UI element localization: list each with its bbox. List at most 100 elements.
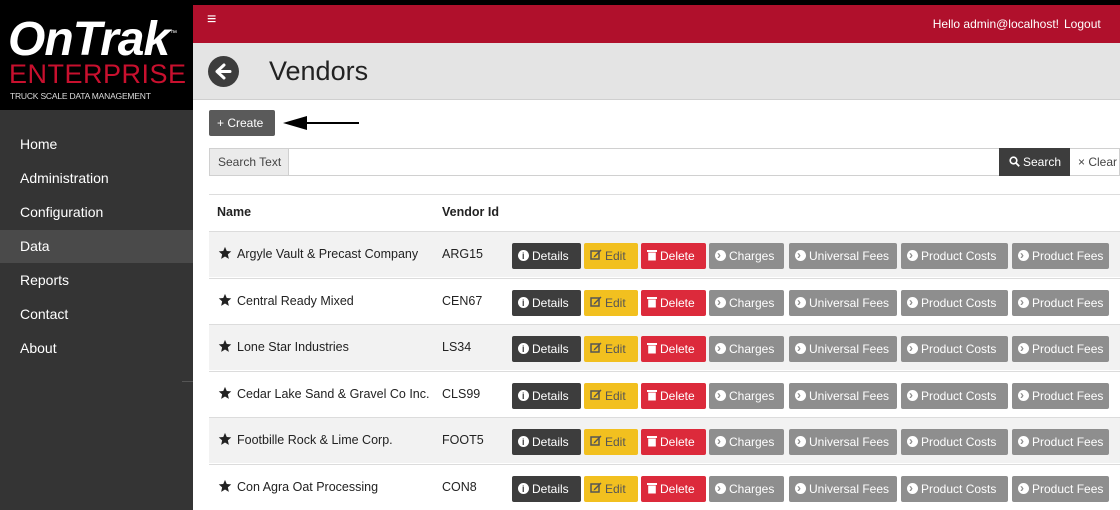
column-header-vendor-id[interactable]: Vendor Id [442, 205, 499, 219]
column-header-name[interactable]: Name [217, 205, 251, 219]
sidebar-item-reports[interactable]: Reports [0, 264, 193, 297]
product-fees-button[interactable]: Product Fees [1012, 243, 1109, 269]
vendor-name: Central Ready Mixed [237, 293, 354, 308]
product-fees-button-label: Product Fees [1032, 388, 1104, 403]
universal-fees-button-label: Universal Fees [809, 435, 890, 449]
info-icon [518, 243, 529, 269]
product-fees-button[interactable]: Product Fees [1012, 475, 1109, 502]
star-icon[interactable] [218, 293, 232, 310]
details-button[interactable]: Details [512, 429, 581, 455]
universal-fees-button[interactable]: Universal Fees [789, 289, 897, 316]
create-button[interactable]: + Create [209, 110, 275, 136]
delete-button[interactable]: Delete [641, 336, 706, 362]
charges-button[interactable]: Charges [709, 289, 784, 316]
details-button-label: Details [532, 342, 569, 356]
delete-button[interactable]: Delete [641, 475, 706, 502]
charges-button[interactable]: Charges [709, 382, 784, 409]
product-fees-button[interactable]: Product Fees [1012, 289, 1109, 316]
product-costs-button-label: Product Costs [921, 249, 997, 263]
edit-button[interactable]: Edit [584, 243, 638, 269]
charges-button[interactable]: Charges [709, 243, 784, 269]
details-button-label: Details [532, 249, 569, 263]
back-arrow-icon[interactable] [208, 56, 239, 87]
product-costs-button[interactable]: Product Costs [901, 336, 1008, 362]
universal-fees-button[interactable]: Universal Fees [789, 429, 897, 455]
product-costs-button-label: Product Costs [921, 295, 997, 310]
charges-button[interactable]: Charges [709, 429, 784, 455]
table-row: Cedar Lake Sand & Gravel Co Inc. CLS99 Det… [209, 370, 1120, 417]
sidebar-item-administration[interactable]: Administration [0, 162, 193, 195]
product-costs-button[interactable]: Product Costs [901, 289, 1008, 316]
charges-button-label: Charges [729, 295, 775, 310]
edit-icon [590, 435, 605, 449]
main-content: ≡ Hello admin@localhost! Logout Vendors … [193, 0, 1120, 510]
product-costs-button[interactable]: Product Costs [901, 429, 1008, 455]
vendor-name: Footbille Rock & Lime Corp. [237, 433, 393, 447]
table-row: Footbille Rock & Lime Corp. FOOT5 Details E… [209, 417, 1120, 463]
arrow-circle-right-icon [795, 383, 806, 408]
edit-button[interactable]: Edit [584, 336, 638, 362]
product-costs-button[interactable]: Product Costs [901, 475, 1008, 502]
charges-button[interactable]: Charges [709, 475, 784, 502]
arrow-circle-right-icon [1018, 290, 1029, 315]
universal-fees-button[interactable]: Universal Fees [789, 382, 897, 409]
edit-icon [590, 296, 605, 310]
arrow-circle-right-icon [795, 429, 806, 454]
edit-button[interactable]: Edit [584, 429, 638, 455]
vendor-id: LS34 [442, 340, 472, 354]
universal-fees-button[interactable]: Universal Fees [789, 243, 897, 269]
universal-fees-button[interactable]: Universal Fees [789, 475, 897, 502]
sidebar-item-data[interactable]: Data [0, 230, 193, 263]
product-fees-button[interactable]: Product Fees [1012, 429, 1109, 455]
delete-button-label: Delete [660, 249, 695, 263]
edit-button-label: Edit [605, 481, 626, 496]
edit-button[interactable]: Edit [584, 475, 638, 502]
info-icon [518, 383, 529, 409]
divider [209, 194, 1120, 195]
charges-button-label: Charges [729, 435, 775, 449]
trash-icon [647, 249, 660, 263]
product-costs-button[interactable]: Product Costs [901, 382, 1008, 409]
trash-icon [647, 435, 660, 449]
sidebar-item-about[interactable]: About [0, 332, 193, 365]
sidebar-item-contact[interactable]: Contact [0, 298, 193, 331]
vendor-id: CLS99 [442, 386, 481, 401]
delete-button-label: Delete [660, 295, 695, 310]
sidebar-item-home[interactable]: Home [0, 128, 193, 161]
edit-button[interactable]: Edit [584, 289, 638, 316]
sidebar-item-configuration[interactable]: Configuration [0, 196, 193, 229]
product-fees-button[interactable]: Product Fees [1012, 336, 1109, 362]
edit-button[interactable]: Edit [584, 382, 638, 409]
details-button[interactable]: Details [512, 289, 581, 316]
vendor-id: CEN67 [442, 293, 483, 308]
delete-button[interactable]: Delete [641, 382, 706, 409]
arrow-circle-right-icon [795, 336, 806, 361]
product-fees-button[interactable]: Product Fees [1012, 382, 1109, 409]
delete-button[interactable]: Delete [641, 243, 706, 269]
search-button[interactable]: Search [999, 148, 1070, 176]
star-icon[interactable] [218, 339, 232, 356]
details-button[interactable]: Details [512, 243, 581, 269]
ontrak-logo[interactable]: OnTrak ™ ENTERPRISE TRUCK SCALE DATA MAN… [0, 0, 193, 110]
arrow-circle-right-icon [907, 290, 918, 315]
universal-fees-button[interactable]: Universal Fees [789, 336, 897, 362]
star-icon[interactable] [218, 386, 232, 403]
logout-link[interactable]: Logout [1064, 17, 1116, 31]
star-icon[interactable] [218, 432, 232, 449]
trash-icon [647, 389, 660, 403]
star-icon[interactable] [218, 246, 232, 263]
hamburger-menu-icon[interactable]: ≡ [207, 11, 216, 29]
delete-button[interactable]: Delete [641, 429, 706, 455]
search-input[interactable] [290, 149, 998, 175]
charges-button[interactable]: Charges [709, 336, 784, 362]
product-costs-button[interactable]: Product Costs [901, 243, 1008, 269]
clear-button[interactable]: × Clear [1078, 149, 1120, 175]
details-button[interactable]: Details [512, 336, 581, 362]
details-button[interactable]: Details [512, 382, 581, 409]
arrow-circle-right-icon [907, 243, 918, 268]
details-button[interactable]: Details [512, 475, 581, 502]
edit-icon [590, 249, 605, 263]
star-icon[interactable] [218, 479, 232, 496]
product-fees-button-label: Product Fees [1032, 481, 1104, 496]
delete-button[interactable]: Delete [641, 289, 706, 316]
